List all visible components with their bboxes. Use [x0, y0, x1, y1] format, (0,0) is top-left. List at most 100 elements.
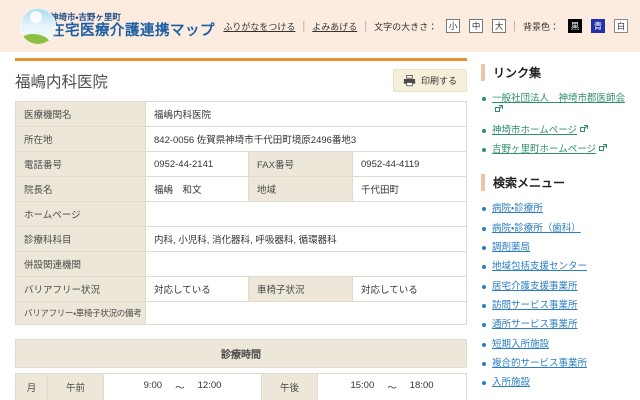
external-link-icon: [599, 144, 607, 156]
table-row: バリアフリー状況 対応している 車椅子状況 対応している: [16, 277, 467, 302]
field-label: 診療科科目: [16, 227, 146, 252]
field-value: 842-0056 佐賀県神埼市千代田町境原2496番地3: [146, 127, 467, 152]
list-item: 吉野ヶ里町ホームページ: [481, 144, 632, 156]
bg-white-button[interactable]: 白: [614, 19, 628, 33]
facility-info-table: 医療機関名 福嶋内科医院 所在地 842-0056 佐賀県神埼市千代田町境原24…: [15, 101, 467, 325]
font-size-small-button[interactable]: 小: [446, 19, 460, 33]
pm-time: 15:00～18:00: [318, 374, 467, 400]
font-size-large-button[interactable]: 大: [492, 19, 506, 33]
site-logo[interactable]: 神埼市・吉野ヶ里町 在宅医療介護連携マップ: [20, 8, 215, 44]
search-link-pharmacy[interactable]: 調剤薬局: [492, 242, 530, 253]
field-label: 車椅子状況: [249, 277, 353, 302]
font-size-label: 文字の大きさ：: [374, 20, 437, 33]
toolbar-divider: |: [302, 20, 305, 32]
field-label: 併設関連機関: [16, 252, 146, 277]
toolbar-divider: |: [513, 20, 516, 32]
list-item: 調剤薬局: [481, 242, 632, 254]
table-row: 電話番号 0952-44-2141 FAX番号 0952-44-4119: [16, 152, 467, 177]
hours-table: 月 午前 9:00～12:00 午後 15:00～18:00: [15, 373, 467, 400]
search-link-multi-service[interactable]: 複合的サービス事業所: [492, 358, 587, 369]
table-row: バリアフリー・車椅子状況の備考: [16, 302, 467, 325]
print-button-label: 印刷する: [421, 74, 457, 87]
field-value: [146, 302, 467, 325]
hours-section-title: 診療時間: [15, 339, 467, 368]
external-link-icon: [495, 105, 503, 117]
field-value: 対応している: [353, 277, 467, 302]
site-title: 在宅医療介護連携マップ: [50, 23, 215, 40]
accessibility-toolbar: ふりがなをつける | よみあげる | 文字の大きさ： 小 中 大 | 背景色： …: [223, 19, 628, 33]
logo-sun-leaf-icon: [20, 8, 56, 44]
field-value: 対応している: [146, 277, 249, 302]
table-row: ホームページ: [16, 202, 467, 227]
site-header: 神埼市・吉野ヶ里町 在宅医療介護連携マップ ふりがなをつける | よみあげる |…: [0, 0, 640, 52]
day-label: 月: [16, 374, 48, 400]
search-link-community-support-center[interactable]: 地域包括支援センター: [492, 261, 587, 272]
hours-row: 月 午前 9:00～12:00 午後 15:00～18:00: [16, 374, 467, 400]
furigana-link[interactable]: ふりがなをつける: [223, 20, 295, 33]
table-row: 医療機関名 福嶋内科医院: [16, 102, 467, 127]
table-row: 院長名 福嶋 和文 地域 千代田町: [16, 177, 467, 202]
field-label: バリアフリー状況: [16, 277, 146, 302]
table-row: 併設関連機関: [16, 252, 467, 277]
field-value: 福嶋 和文: [146, 177, 249, 202]
list-item: 複合的サービス事業所: [481, 358, 632, 370]
search-link-home-care-support[interactable]: 居宅介護支援事業所: [492, 281, 578, 292]
print-button[interactable]: 印刷する: [393, 69, 467, 92]
list-item: 神埼市ホームページ: [481, 125, 632, 137]
field-value: 内科, 小児科, 消化器科, 呼吸器科, 循環器科: [146, 227, 467, 252]
logo-leaf-shape: [20, 34, 51, 44]
field-value: [146, 202, 467, 227]
search-link-dental[interactable]: 病院・診療所（歯科）: [492, 223, 581, 234]
search-link-day-service[interactable]: 通所サービス事業所: [492, 319, 578, 330]
toolbar-divider: |: [364, 20, 367, 32]
table-row: 診療科科目 内科, 小児科, 消化器科, 呼吸器科, 循環器科: [16, 227, 467, 252]
printer-icon: [403, 75, 416, 87]
sidebar: リンク集 一般社団法人 神埼市郡医師会 神埼市ホームページ 吉野ヶ里町ホームペー…: [481, 58, 632, 400]
field-label: FAX番号: [249, 152, 353, 177]
links-heading: リンク集: [481, 64, 632, 81]
field-value: 0952-44-2141: [146, 152, 249, 177]
facility-detail-panel: 福嶋内科医院 印刷する 医療機関名 福嶋内科医院 所在地: [15, 58, 467, 400]
font-size-medium-button[interactable]: 中: [469, 19, 483, 33]
field-label: 院長名: [16, 177, 146, 202]
sidebar-link-kanzaki-city[interactable]: 神埼市ホームページ: [492, 125, 577, 136]
field-label: 地域: [249, 177, 353, 202]
search-link-hospitals[interactable]: 病院・診療所: [492, 203, 543, 214]
field-label: バリアフリー・車椅子状況の備考: [16, 302, 146, 325]
field-label: 医療機関名: [16, 102, 146, 127]
list-item: 居宅介護支援事業所: [481, 281, 632, 293]
list-item: 一般社団法人 神埼市郡医師会: [481, 93, 632, 118]
field-label: 電話番号: [16, 152, 146, 177]
am-time: 9:00～12:00: [104, 374, 262, 400]
search-menu-list: 病院・診療所 病院・診療所（歯科） 調剤薬局 地域包括支援センター 居宅介護支援…: [481, 203, 632, 389]
search-link-visiting-service[interactable]: 訪問サービス事業所: [492, 300, 578, 311]
site-subtitle: 神埼市・吉野ヶ里町: [50, 13, 215, 23]
am-label: 午前: [48, 374, 104, 400]
bg-black-button[interactable]: 黒: [568, 19, 582, 33]
logo-sun-shape: [30, 11, 42, 23]
bg-color-label: 背景色：: [523, 20, 559, 33]
search-link-residential-facility[interactable]: 入所施設: [492, 377, 530, 388]
list-item: 短期入所施設: [481, 339, 632, 351]
pm-label: 午後: [262, 374, 318, 400]
table-row: 所在地 842-0056 佐賀県神埼市千代田町境原2496番地3: [16, 127, 467, 152]
list-item: 地域包括支援センター: [481, 261, 632, 273]
field-value: [146, 252, 467, 277]
list-item: 訪問サービス事業所: [481, 300, 632, 312]
search-link-short-stay[interactable]: 短期入所施設: [492, 339, 549, 350]
consultation-hours-section: 診療時間 月 午前 9:00～12:00 午後 15:00～18:00: [15, 339, 467, 400]
sidebar-link-medical-association[interactable]: 一般社団法人 神埼市郡医師会: [492, 93, 625, 104]
read-aloud-link[interactable]: よみあげる: [312, 20, 357, 33]
list-item: 病院・診療所: [481, 203, 632, 215]
field-value: 福嶋内科医院: [146, 102, 467, 127]
page-title: 福嶋内科医院: [15, 70, 108, 92]
sidebar-link-yoshinogari-town[interactable]: 吉野ヶ里町ホームページ: [492, 144, 596, 155]
field-value: 千代田町: [353, 177, 467, 202]
field-label: 所在地: [16, 127, 146, 152]
search-menu-heading: 検索メニュー: [481, 174, 632, 191]
list-item: 通所サービス事業所: [481, 319, 632, 331]
bg-blue-button[interactable]: 青: [591, 19, 605, 33]
list-item: 病院・診療所（歯科）: [481, 223, 632, 235]
field-value: 0952-44-4119: [353, 152, 467, 177]
external-link-icon: [580, 125, 588, 137]
